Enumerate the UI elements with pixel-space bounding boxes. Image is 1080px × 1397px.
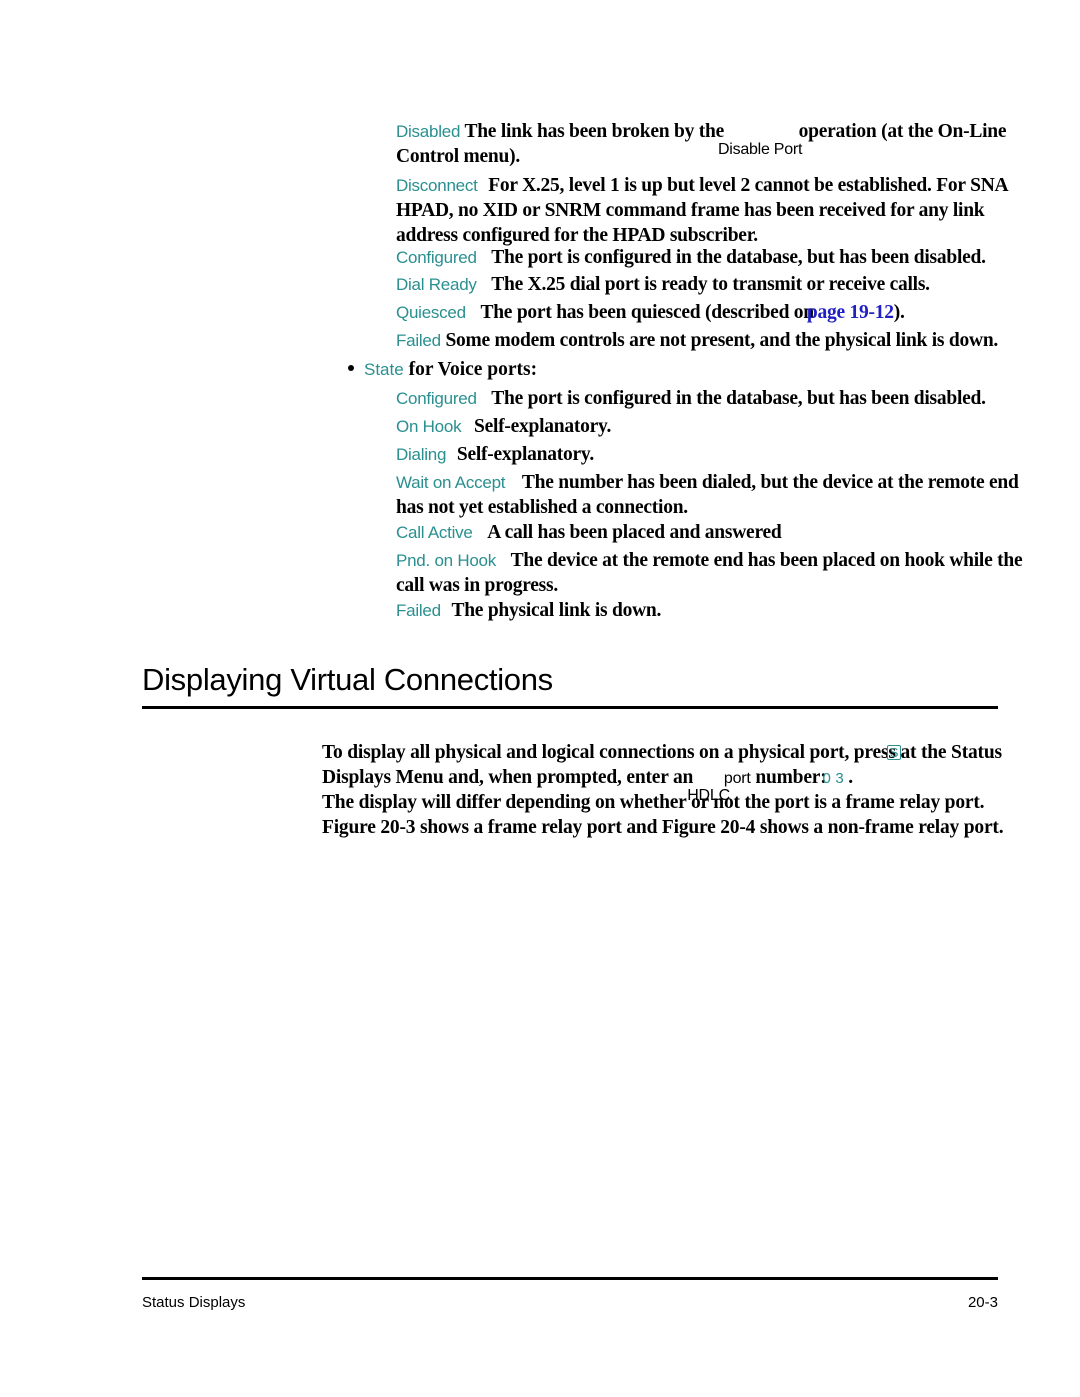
definition-term-on-hook: On Hook	[396, 417, 462, 436]
definition-term-disconnect: Disconnect	[396, 176, 478, 195]
paragraph2-line1: The display will differ depending on whe…	[322, 792, 985, 813]
definition-term-pnd-on-hook: Pnd. on Hook	[396, 551, 497, 570]
definition-text-configured-link: The port is configured in the database, …	[491, 247, 986, 268]
paragraph1-part5: .	[848, 767, 853, 788]
definition-dialing: Dialing Self-explanatory.	[396, 442, 1026, 467]
bullet-item-state-voice-ports: State for Voice ports:	[348, 357, 537, 382]
definition-wait-on-accept: Wait on Accept The number has been diale…	[396, 470, 1021, 520]
cross-reference-link-page-19-12[interactable]: page 19-12	[807, 302, 894, 323]
definition-configured-voice: Configured The port is configured in the…	[396, 386, 1026, 411]
definition-text-disconnect: For X.25, level 1 is up but level 2 cann…	[396, 175, 1008, 246]
definition-term-failed-voice: Failed	[396, 601, 441, 620]
section-heading-displaying-virtual-connections: Displaying Virtual Connections	[142, 662, 553, 697]
keycap-0-icon: 0	[822, 770, 831, 787]
definition-disabled: Disabled The link has been broken by the…	[396, 121, 1007, 167]
definition-text-quiesced-after: ).	[893, 302, 905, 323]
definition-term-wait-on-accept: Wait on Accept	[396, 473, 506, 492]
keycap-3-icon: 3	[835, 770, 844, 787]
definition-term-configured-voice: Configured	[396, 389, 477, 408]
definition-on-hook: On Hook Self-explanatory.	[396, 414, 1026, 439]
definition-failed-link: Failed Some modem controls are not prese…	[396, 328, 1031, 353]
definition-text-configured-voice: The port is configured in the database, …	[491, 388, 986, 409]
section-heading-rule	[142, 706, 998, 709]
definition-text-dialing: Self-explanatory.	[456, 444, 594, 465]
definition-text-failed-voice: The physical link is down.	[451, 600, 662, 621]
definition-failed-voice: Failed The physical link is down.	[396, 598, 1026, 623]
definition-pnd-on-hook: Pnd. on Hook The device at the remote en…	[396, 548, 1024, 598]
definition-text-on-hook: Self-explanatory.	[473, 416, 612, 437]
definition-disconnect: Disconnect For X.25, level 1 is up but l…	[396, 173, 1021, 248]
bullet-dot-icon	[348, 365, 354, 371]
definition-term-dialing: Dialing	[396, 445, 447, 464]
document-page: Disabled The link has been broken by the…	[0, 0, 1080, 1397]
paragraph-how-to-display-connections: To display all physical and logical conn…	[322, 742, 1002, 804]
footer-page-number: 20-3	[967, 1294, 998, 1311]
definition-term-failed-link: Failed	[396, 331, 441, 350]
bullet-term-state: State	[364, 360, 404, 379]
paragraph2-line2: Figure 20-3 shows a frame relay port and…	[322, 817, 1004, 838]
paragraph-display-differs-line1: The display will differ depending on whe…	[322, 790, 1040, 815]
definition-term-quiesced: Quiesced	[396, 303, 466, 322]
paragraph1-part4: number:	[755, 767, 827, 788]
bullet-label-voice-ports: for Voice ports:	[408, 359, 538, 380]
definition-term-disabled: Disabled	[396, 122, 461, 141]
definition-term-call-active: Call Active	[396, 523, 473, 542]
paragraph1-part1: To display all physical and logical conn…	[322, 742, 896, 763]
paragraph-display-differs-line2: Figure 20-3 shows a frame relay port and…	[322, 815, 1040, 840]
definition-text-disabled-before: The link has been broken by the	[464, 121, 724, 142]
definition-call-active: Call Active A call has been placed and a…	[396, 520, 1026, 545]
definition-dial-ready: Dial Ready The X.25 dial port is ready t…	[396, 272, 1026, 297]
definition-text-failed-link: Some modem controls are not present, and…	[445, 330, 999, 351]
definition-text-call-active: A call has been placed and answered	[487, 522, 782, 543]
definition-configured-link: Configured The port is configured in the…	[396, 245, 1026, 270]
definition-term-configured-link: Configured	[396, 248, 477, 267]
definition-term-dial-ready: Dial Ready	[396, 275, 477, 294]
definition-text-quiesced-before: The port has been quiesced (described on	[480, 302, 814, 323]
footer-rule	[142, 1277, 998, 1280]
definition-text-dial-ready: The X.25 dial port is ready to transmit …	[491, 274, 930, 295]
definition-quiesced: Quiesced The port has been quiesced (des…	[396, 300, 1026, 325]
